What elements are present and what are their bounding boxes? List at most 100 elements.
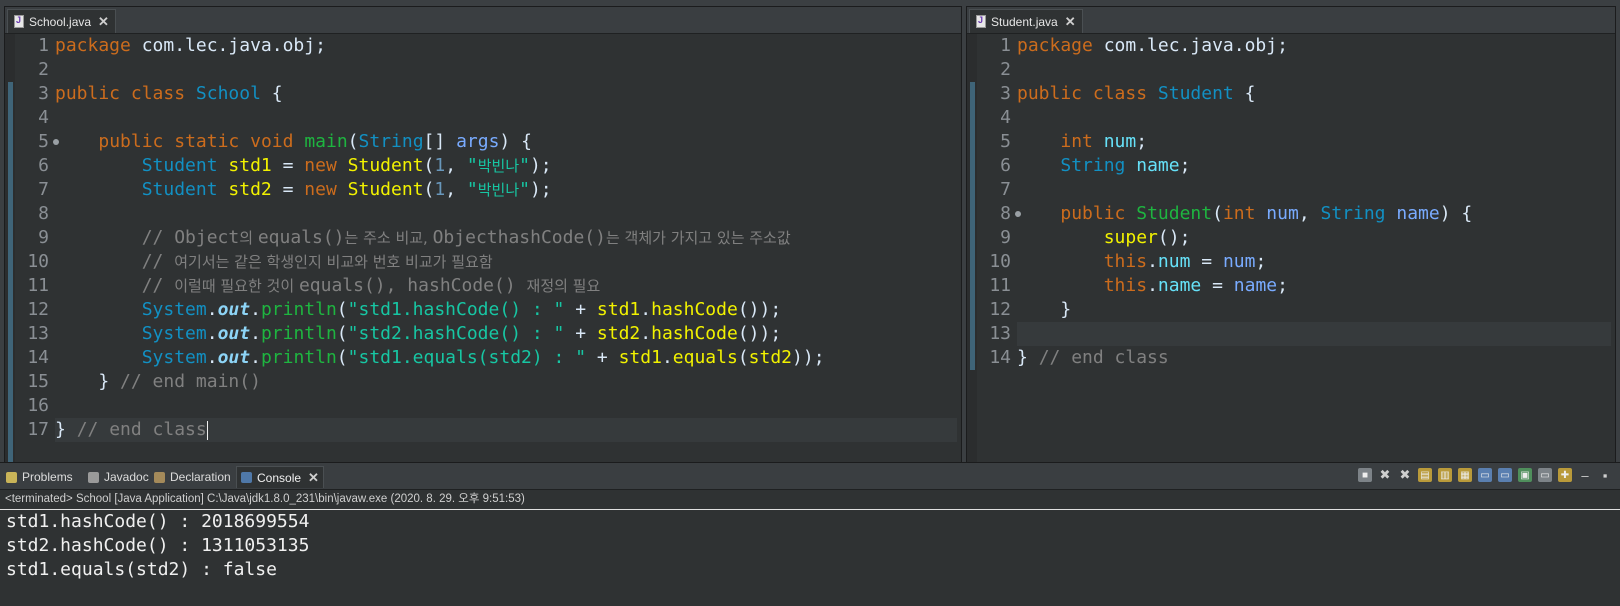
tab-label: Javadoc	[104, 470, 149, 484]
code-token: // end class	[76, 419, 207, 440]
code-line[interactable]: } // end class	[55, 418, 957, 442]
pin-console-icon[interactable]: ▣	[1518, 468, 1532, 482]
scroll-lock-icon[interactable]: ▥	[1438, 468, 1452, 482]
open-console-icon[interactable]: ✚	[1558, 468, 1572, 482]
minimize-icon[interactable]: –	[1578, 468, 1592, 483]
code-line[interactable]: System.out.println("std1.equals(std2) : …	[55, 346, 957, 370]
tab-console[interactable]: Console ✕	[236, 466, 324, 488]
line-number: 17	[27, 419, 49, 440]
code-token: equals	[672, 347, 738, 368]
code-token: .	[250, 323, 261, 344]
code-line[interactable]	[1017, 106, 1611, 130]
code-token: equals(), hashCode()	[298, 275, 527, 296]
code-token: 는 객체가 가지고 있는 주소값	[605, 229, 791, 247]
code-line[interactable]: Student std2 = new Student(1, "박빈나");	[55, 178, 957, 202]
code-area[interactable]: 1 2 3 4 5 6 7 8 9 10 11 12 13 14 15 16 17 package com.le…	[5, 34, 961, 469]
code-token: String	[358, 131, 424, 152]
remove-launch-icon[interactable]: ✖	[1378, 467, 1392, 482]
console-toolbar: ■ ✖ ✖ ▤ ▥ ▦ ▭ ▭ ▣ ▭ ✚ – ▪	[1358, 467, 1612, 483]
code-token: =	[1201, 275, 1234, 296]
code-token: Student	[141, 155, 218, 176]
code-line[interactable]: Student std1 = new Student(1, "박빈나");	[55, 154, 957, 178]
editor-tabbar: School.java ✕	[5, 7, 961, 34]
code-line[interactable]: } // end class	[1017, 346, 1611, 370]
code-token: ObjecthashCode()	[432, 227, 606, 248]
code-line[interactable]: public Student(int num, String name) {	[1017, 202, 1611, 226]
close-icon[interactable]: ✕	[98, 14, 109, 30]
tab-student-java[interactable]: Student.java ✕	[969, 9, 1083, 33]
code-line[interactable]: public static void main(String[] args) {	[55, 130, 957, 154]
code-line[interactable]: public class School {	[55, 82, 957, 106]
tab-problems[interactable]: Problems	[2, 466, 77, 488]
school-editor: School.java ✕ 1234567891011121314151617 …	[4, 6, 962, 470]
source-code[interactable]: package com.lec.java.obj; public class St…	[1017, 34, 1611, 370]
code-token: Student	[1157, 83, 1234, 104]
code-line[interactable]: this.num = num;	[1017, 250, 1611, 274]
code-line[interactable]	[1017, 178, 1611, 202]
close-icon[interactable]: ✕	[1065, 14, 1076, 30]
tab-declaration[interactable]: Declaration	[150, 466, 235, 488]
code-token: args	[456, 131, 500, 152]
scope-marker	[970, 82, 975, 370]
code-line[interactable]: package com.lec.java.obj;	[55, 34, 957, 58]
code-token: );	[529, 155, 552, 176]
tab-school-java[interactable]: School.java ✕	[7, 9, 116, 33]
code-line[interactable]	[1017, 58, 1611, 82]
code-line[interactable]: int num;	[1017, 130, 1611, 154]
word-wrap-icon[interactable]: ▦	[1458, 468, 1472, 482]
code-line[interactable]: String name;	[1017, 154, 1611, 178]
code-token: +	[564, 323, 597, 344]
code-line[interactable]: } // end main()	[55, 370, 957, 394]
javadoc-icon	[88, 471, 99, 483]
code-line[interactable]: super();	[1017, 226, 1611, 250]
code-token: std1	[228, 155, 272, 176]
code-line[interactable]: // 여기서는 같은 학생인지 비교와 번호 비교가 필요함	[55, 250, 957, 274]
code-line[interactable]: System.out.println("std1.hashCode() : " …	[55, 298, 957, 322]
code-token: void	[250, 131, 294, 152]
clear-console-icon[interactable]: ▤	[1418, 468, 1432, 482]
code-token: int	[1060, 131, 1093, 152]
code-area[interactable]: 1 2 3 4 5 6 7 8 9 10 11 12 13 14 package com.lec.java…	[967, 34, 1615, 469]
code-token: 이럴때 필요한 것이	[174, 277, 299, 295]
code-line[interactable]: public class Student {	[1017, 82, 1611, 106]
line-number: 10	[27, 251, 49, 272]
code-token: }	[55, 419, 77, 440]
source-code[interactable]: package com.lec.java.obj; public class Sc…	[55, 34, 957, 442]
code-line[interactable]	[55, 106, 957, 130]
display-console-icon[interactable]: ▭	[1538, 468, 1552, 482]
code-token: (	[737, 347, 749, 368]
close-icon[interactable]: ✕	[308, 470, 319, 486]
code-token: ,	[1298, 203, 1321, 224]
code-line[interactable]: System.out.println("std2.hashCode() : " …	[55, 322, 957, 346]
code-token: Student	[347, 155, 424, 176]
maximize-icon[interactable]: ▪	[1598, 468, 1612, 483]
code-token: }	[55, 371, 121, 392]
code-token: name	[1396, 203, 1440, 224]
code-line[interactable]	[55, 58, 957, 82]
tab-javadoc[interactable]: Javadoc	[84, 466, 153, 488]
code-line[interactable]: this.name = name;	[1017, 274, 1611, 298]
tab-label: Console	[257, 470, 302, 485]
code-line[interactable]: // Object의 equals()는 주소 비교, ObjecthashCo…	[55, 226, 957, 250]
code-line[interactable]	[55, 202, 957, 226]
code-line[interactable]: package com.lec.java.obj;	[1017, 34, 1611, 58]
code-line[interactable]	[55, 394, 957, 418]
code-token: ;	[1255, 251, 1267, 272]
show-on-stderr-icon[interactable]: ▭	[1498, 468, 1512, 482]
terminate-icon[interactable]: ■	[1358, 468, 1372, 482]
code-line[interactable]: }	[1017, 298, 1611, 322]
code-line[interactable]: // 이럴때 필요한 것이 equals(), hashCode() 재정의 필…	[55, 274, 957, 298]
show-on-stdout-icon[interactable]: ▭	[1478, 468, 1492, 482]
code-token: // Object	[55, 227, 240, 248]
code-token: new	[304, 179, 337, 200]
console-output[interactable]: std1.hashCode() : 2018699554 std2.hashCod…	[0, 510, 1620, 582]
code-line[interactable]	[1017, 322, 1611, 346]
line-number: 7	[38, 179, 49, 200]
remove-all-terminated-icon[interactable]: ✖	[1398, 467, 1412, 482]
java-file-icon	[976, 15, 986, 28]
line-number: 3	[38, 83, 49, 104]
code-token: num	[1266, 203, 1299, 224]
